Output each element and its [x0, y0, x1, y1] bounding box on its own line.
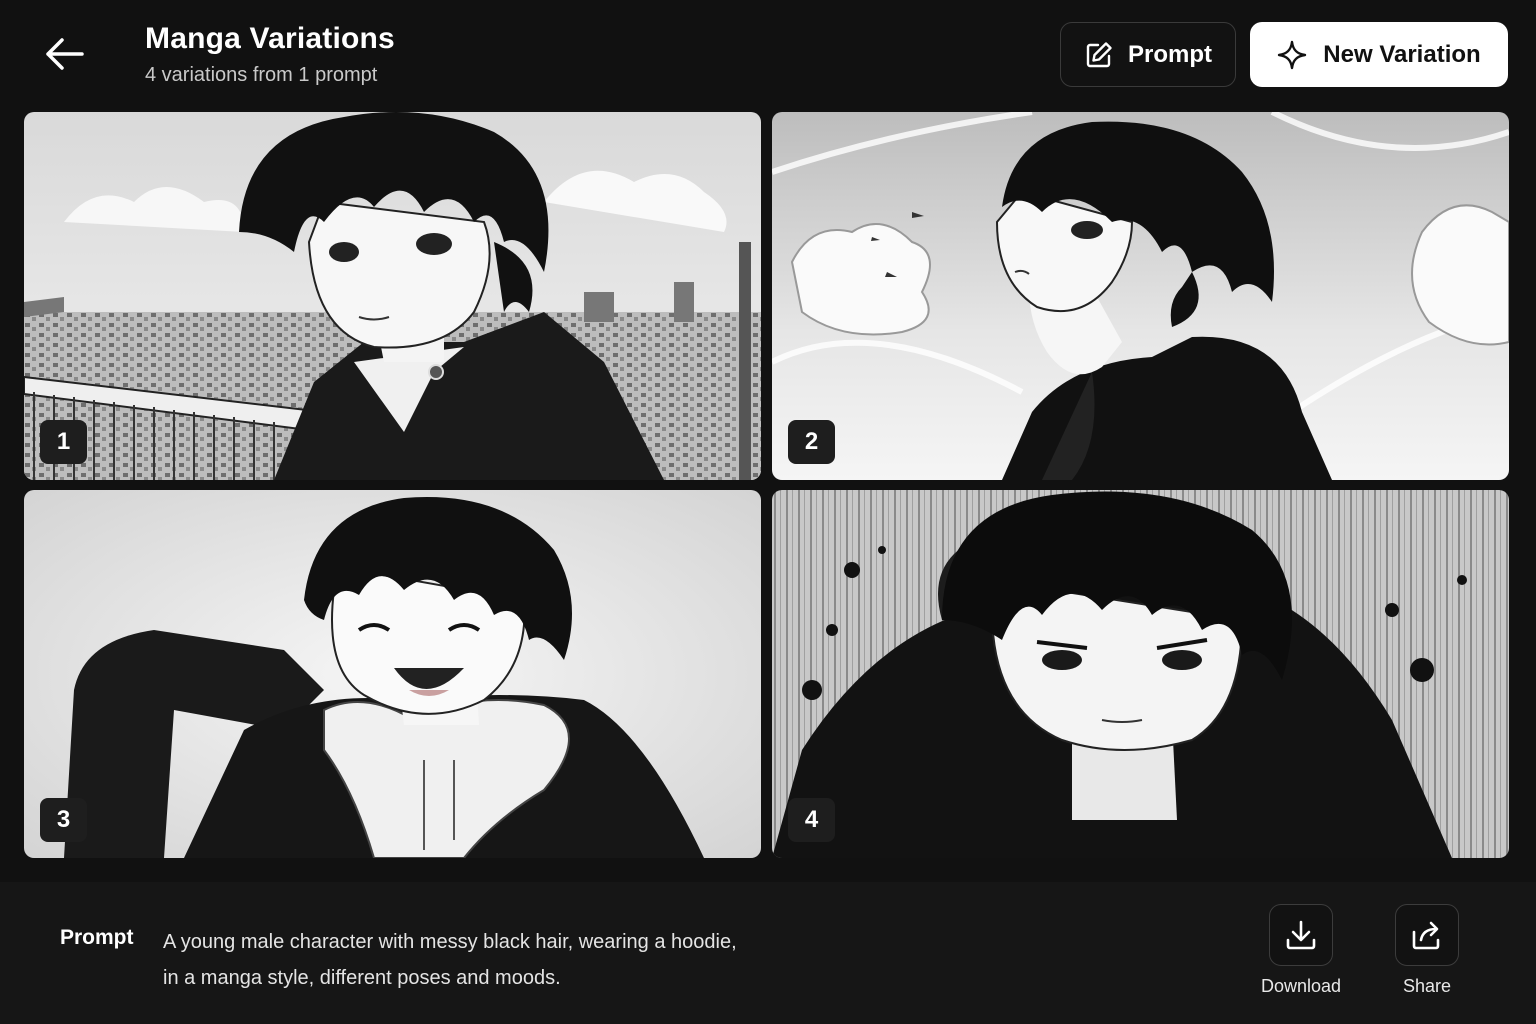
page-subtitle: 4 variations from 1 prompt — [145, 64, 378, 86]
download-icon-box — [1269, 904, 1333, 966]
variation-image-1 — [24, 112, 761, 480]
variation-badge-4: 4 — [788, 798, 835, 842]
back-button[interactable] — [38, 30, 90, 78]
prompt-button-label: Prompt — [1128, 40, 1212, 68]
variation-badge-1: 1 — [40, 420, 87, 464]
prompt-text: A young male character with messy black … — [163, 924, 803, 996]
prompt-text-line-2: in a manga style, different poses and mo… — [163, 967, 561, 989]
sparkle-icon — [1278, 40, 1307, 69]
variation-badge-2: 2 — [788, 420, 835, 464]
share-icon-box — [1395, 904, 1459, 966]
page-title: Manga Variations — [145, 22, 395, 55]
share-button[interactable]: Share — [1372, 904, 1482, 997]
new-variation-button[interactable]: New Variation — [1250, 22, 1508, 87]
prompt-panel: Prompt A young male character with messy… — [0, 882, 1536, 1024]
variation-card-1[interactable]: 1 — [24, 112, 761, 480]
prompt-button[interactable]: Prompt — [1060, 22, 1236, 87]
arrow-left-icon — [46, 38, 84, 70]
header: Manga Variations 4 variations from 1 pro… — [0, 0, 1536, 108]
variation-image-4 — [772, 490, 1509, 858]
edit-icon — [1086, 41, 1112, 67]
prompt-label: Prompt — [60, 926, 134, 949]
variation-image-3 — [24, 490, 761, 858]
variation-card-2[interactable]: 2 — [772, 112, 1509, 480]
download-button[interactable]: Download — [1246, 904, 1356, 997]
share-icon — [1412, 921, 1440, 950]
download-icon — [1286, 920, 1316, 950]
share-label: Share — [1402, 976, 1452, 996]
variation-image-2 — [772, 112, 1509, 480]
variation-card-4[interactable]: 4 — [772, 490, 1509, 858]
new-variation-label: New Variation — [1323, 40, 1481, 68]
variation-badge-3: 3 — [40, 798, 87, 842]
variation-card-3[interactable]: 3 — [24, 490, 761, 858]
prompt-text-line-1: A young male character with messy black … — [163, 931, 737, 953]
download-label: Download — [1260, 976, 1342, 996]
